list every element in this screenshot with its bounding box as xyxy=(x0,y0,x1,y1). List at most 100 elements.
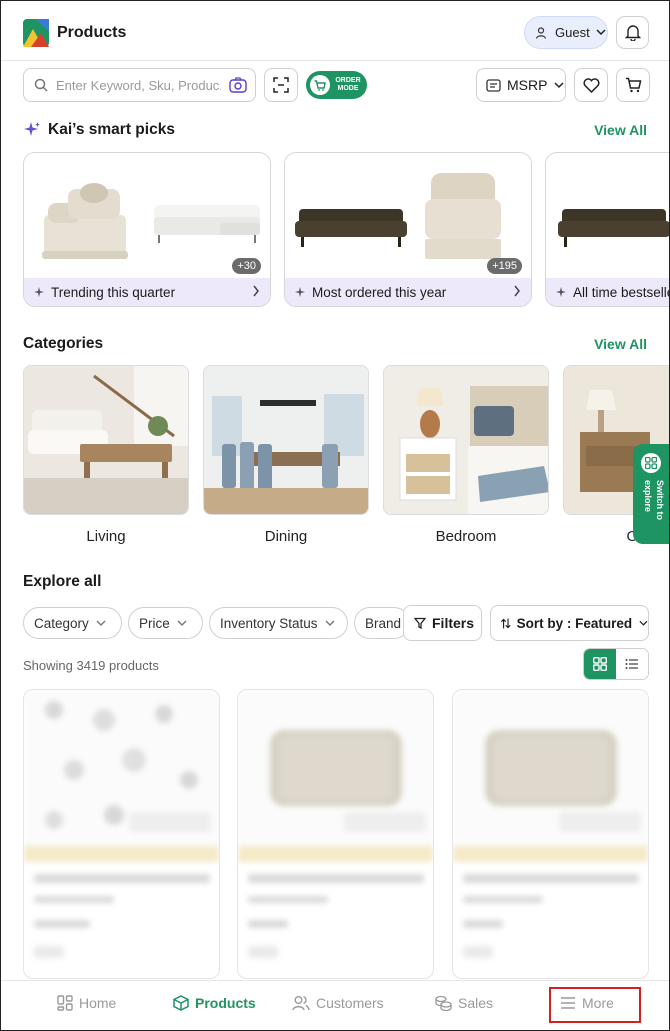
notifications-button[interactable] xyxy=(616,16,649,49)
categories-view-all-link[interactable]: View All xyxy=(594,336,647,352)
smart-pick-footer: All time bestsellers xyxy=(546,278,669,306)
brand-logo xyxy=(23,19,49,47)
scan-icon xyxy=(273,77,289,93)
nav-label: Home xyxy=(79,995,117,1011)
chevron-down-icon xyxy=(554,81,564,88)
nav-item-customers[interactable]: Customers xyxy=(292,995,384,1011)
results-count: Showing 3419 products xyxy=(23,658,159,673)
smart-pick-label: Trending this quarter xyxy=(51,284,176,300)
grid-view-button[interactable] xyxy=(584,649,616,679)
sort-label: Sort by : Featured xyxy=(516,615,633,631)
product-image xyxy=(24,690,219,978)
cart-button[interactable] xyxy=(616,68,650,102)
smart-pick-card-trending[interactable]: +30 Trending this quarter xyxy=(23,152,271,307)
heart-icon xyxy=(582,77,600,93)
filters-button[interactable]: Filters xyxy=(403,605,482,641)
user-label: Guest xyxy=(555,25,590,40)
dining-room-image xyxy=(204,366,368,514)
sort-arrows-icon xyxy=(500,618,511,628)
cart-circle xyxy=(310,75,330,95)
list-icon xyxy=(625,659,638,669)
smart-pick-footer: Most ordered this year xyxy=(285,278,531,306)
product-card[interactable] xyxy=(23,689,220,979)
living-room-image xyxy=(24,366,188,514)
sort-dropdown[interactable]: Sort by : Featured xyxy=(490,605,649,641)
category-label: Bedroom xyxy=(435,528,497,545)
chevron-down-icon xyxy=(325,620,335,626)
categories-title: Categories xyxy=(23,335,104,352)
bell-icon xyxy=(624,25,641,41)
bedroom-image xyxy=(384,366,548,514)
view-toggle xyxy=(583,648,649,680)
switch-icon-circle xyxy=(641,453,661,473)
list-view-button[interactable] xyxy=(616,649,648,679)
smart-picks-title: Kai’s smart picks xyxy=(48,121,175,138)
category-label: Living xyxy=(86,528,126,545)
more-count-badge: +30 xyxy=(232,258,261,274)
coins-icon xyxy=(435,995,452,1011)
smart-pick-card-most-ordered[interactable]: +195 Most ordered this year xyxy=(284,152,532,307)
smart-pick-footer: Trending this quarter xyxy=(24,278,270,306)
explore-all-title: Explore all xyxy=(23,573,102,590)
category-card-living[interactable] xyxy=(23,365,189,515)
barcode-scan-button[interactable] xyxy=(264,68,298,102)
sparkle-icon xyxy=(556,287,566,297)
filter-chip-category[interactable]: Category xyxy=(23,607,122,639)
switch-to-explore-button[interactable]: Switch to explore xyxy=(633,444,669,544)
app-frame: Products Guest ORDER MODE MSRP Kai’ xyxy=(0,0,670,1031)
search-box[interactable] xyxy=(23,68,256,102)
price-tag-icon xyxy=(486,78,501,92)
filter-chip-price[interactable]: Price xyxy=(128,607,203,639)
user-menu-button[interactable]: Guest xyxy=(524,16,608,49)
sparkle-icon xyxy=(295,287,305,297)
smart-pick-card-all-time[interactable]: All time bestsellers xyxy=(545,152,669,307)
user-icon xyxy=(535,26,547,39)
category-label: Dining xyxy=(264,528,308,545)
cart-icon xyxy=(625,77,641,93)
camera-search-icon[interactable] xyxy=(229,77,247,93)
top-header: Products Guest xyxy=(1,1,669,61)
chip-label: Brand xyxy=(365,615,402,631)
chip-label: Inventory Status xyxy=(220,615,318,631)
home-dashboard-icon xyxy=(57,995,73,1011)
chevron-down-icon xyxy=(177,620,187,626)
search-input[interactable] xyxy=(56,77,221,93)
chevron-down-icon xyxy=(639,620,648,626)
chevron-right-icon xyxy=(514,285,520,297)
wishlist-button[interactable] xyxy=(574,68,608,102)
highlight-box xyxy=(549,987,641,1023)
furniture-image xyxy=(546,153,669,279)
box-icon xyxy=(173,995,189,1011)
nav-item-home[interactable]: Home xyxy=(57,995,116,1011)
price-mode-dropdown[interactable]: MSRP xyxy=(476,68,566,102)
product-card[interactable] xyxy=(452,689,649,979)
nav-item-products[interactable]: Products xyxy=(173,995,256,1011)
search-icon xyxy=(34,78,48,92)
nav-item-sales[interactable]: Sales xyxy=(435,995,493,1011)
order-mode-toggle[interactable]: ORDER MODE xyxy=(306,71,367,99)
price-mode-label: MSRP xyxy=(507,77,548,93)
filters-label: Filters xyxy=(432,615,475,631)
product-image xyxy=(238,690,433,978)
product-image xyxy=(453,690,648,978)
smart-pick-label: Most ordered this year xyxy=(312,284,447,300)
chip-label: Price xyxy=(139,615,170,631)
sparkle-icon xyxy=(24,122,40,136)
category-card-dining[interactable] xyxy=(203,365,369,515)
chevron-down-icon xyxy=(596,29,606,36)
users-icon xyxy=(292,996,310,1011)
grid-icon xyxy=(593,657,607,671)
category-card-bedroom[interactable] xyxy=(383,365,549,515)
nav-label: Products xyxy=(195,995,256,1011)
smart-picks-view-all-link[interactable]: View All xyxy=(594,122,647,138)
filter-funnel-icon xyxy=(414,617,426,629)
chip-label: Category xyxy=(34,615,89,631)
switch-to-explore-label: Switch to explore xyxy=(643,480,665,520)
filter-chip-inventory-status[interactable]: Inventory Status xyxy=(209,607,348,639)
product-card[interactable] xyxy=(237,689,434,979)
nav-label: Sales xyxy=(458,995,494,1011)
filter-chip-brand[interactable]: Brand xyxy=(354,607,410,639)
smart-pick-label: All time bestsellers xyxy=(573,284,669,300)
cart-icon xyxy=(314,79,326,91)
chevron-right-icon xyxy=(253,285,259,297)
